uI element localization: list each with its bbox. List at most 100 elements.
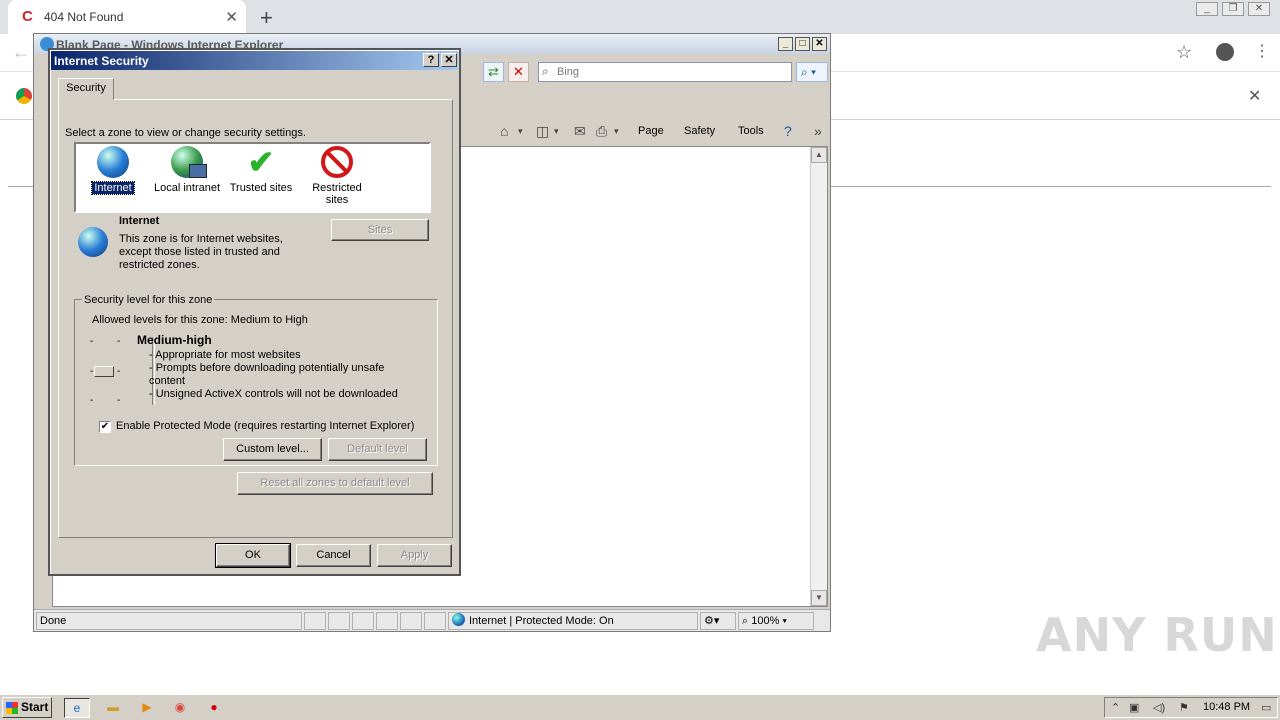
refresh-icon[interactable]: ⇄	[483, 62, 504, 82]
slider-tick: -	[117, 366, 121, 377]
print-icon[interactable]: ⎙	[596, 123, 607, 140]
search-go-icon[interactable]: ⌕ ▾	[796, 62, 828, 82]
custom-level-button[interactable]: Custom level...	[223, 438, 322, 461]
zone-status-text: Internet | Protected Mode: On	[469, 615, 614, 627]
internet-globe-icon	[452, 613, 465, 626]
zone-label: Local intranet	[153, 182, 221, 194]
ie-close-icon[interactable]: ✕	[812, 37, 827, 51]
taskbar: Start e ▬ ▶ ◉ ● ⌃ ▣ ◁) ⚑ 10:48 PM ▭	[0, 694, 1280, 720]
ie-maximize-icon[interactable]: □	[795, 37, 810, 51]
print-dropdown-icon[interactable]: ▾	[614, 126, 619, 137]
taskbar-media-icon[interactable]: ▶	[134, 698, 160, 718]
slider-tick: -	[90, 395, 94, 406]
checkmark-icon: ✔	[247, 144, 275, 180]
dialog-close-icon[interactable]: ✕	[441, 53, 457, 67]
security-level-description: - Appropriate for most websites - Prompt…	[149, 349, 399, 401]
chrome-menu-icon[interactable]: ⋮	[1254, 41, 1270, 61]
zone-restricted-sites[interactable]: Restricted sites	[298, 146, 376, 206]
infobar-close-icon[interactable]: ✕	[1248, 86, 1261, 106]
slider-tick: -	[117, 395, 121, 406]
level-desc-line: - Prompts before downloading potentially…	[149, 362, 385, 387]
chrome-tab[interactable]: C 404 Not Found ✕	[8, 0, 246, 34]
restore-icon[interactable]: ❐	[1222, 2, 1244, 16]
stop-icon[interactable]: ✕	[508, 62, 529, 82]
chrome-window-controls: _ ❐ ✕	[1196, 2, 1270, 16]
ie-status-bar: Done Internet | Protected Mode: On ⚙▾ ⌕ …	[34, 609, 830, 631]
zone-trusted-sites[interactable]: ✔ Trusted sites	[222, 146, 300, 194]
chevron-more-icon[interactable]: »	[814, 123, 822, 139]
sites-button[interactable]: Sites	[331, 219, 429, 241]
security-slider-thumb[interactable]	[94, 366, 114, 377]
action-center-flag-icon[interactable]: ⚑	[1179, 701, 1189, 714]
zone-name: Internet	[119, 215, 160, 227]
taskbar-alert-icon[interactable]: ●	[201, 698, 227, 718]
restricted-icon	[321, 146, 353, 178]
page-menu[interactable]: Page	[638, 125, 664, 137]
watermark: ANY RUN	[1036, 608, 1278, 662]
home-dropdown-icon[interactable]: ▾	[518, 126, 523, 137]
safety-menu[interactable]: Safety	[684, 125, 715, 137]
intranet-icon	[171, 146, 207, 178]
mail-icon[interactable]: ✉	[574, 123, 586, 140]
ie-vertical-scrollbar[interactable]: ▲ ▼	[810, 147, 827, 606]
ie-minimize-icon[interactable]: _	[778, 37, 793, 51]
zone-local-intranet[interactable]: Local intranet	[148, 146, 226, 194]
slider-tick: -	[117, 336, 121, 347]
zone-description: This zone is for Internet websites, exce…	[119, 233, 283, 271]
ie-address-area: ⇄ ✕ ⌕ ⌕ ▾	[476, 60, 830, 84]
taskbar-explorer-icon[interactable]: ▬	[100, 698, 126, 718]
cancel-button[interactable]: Cancel	[296, 544, 371, 567]
zoom-control[interactable]: ⌕ 100% ▾	[738, 612, 814, 630]
account-icon[interactable]	[1216, 43, 1234, 61]
minimize-icon[interactable]: _	[1196, 2, 1218, 16]
tab-favicon-icon: C	[22, 8, 33, 25]
reset-all-zones-button[interactable]: Reset all zones to default level	[237, 472, 433, 495]
tools-menu[interactable]: Tools	[738, 125, 764, 137]
help-icon[interactable]: ?	[784, 123, 792, 139]
taskbar-chrome-icon[interactable]: ◉	[167, 698, 193, 718]
feeds-dropdown-icon[interactable]: ▾	[554, 126, 559, 137]
taskbar-ie-icon[interactable]: e	[64, 698, 90, 718]
system-tray: ⌃ ▣ ◁) ⚑ 10:48 PM ▭	[1104, 697, 1278, 718]
new-tab-button[interactable]: +	[260, 5, 273, 31]
volume-icon[interactable]: ◁)	[1153, 701, 1165, 714]
clock[interactable]: 10:48 PM	[1203, 701, 1250, 713]
home-icon[interactable]: ⌂	[500, 123, 508, 139]
tray-expand-icon[interactable]: ⌃	[1111, 701, 1120, 714]
zone-globe-icon	[78, 227, 108, 257]
feeds-icon[interactable]: ◫	[536, 123, 549, 140]
zone-status[interactable]: Internet | Protected Mode: On	[448, 612, 698, 630]
bookmark-star-icon[interactable]: ☆	[1176, 42, 1192, 63]
start-button[interactable]: Start	[2, 697, 52, 718]
protected-mode-checkbox[interactable]: ✔	[99, 421, 111, 433]
status-panel	[328, 612, 350, 630]
dialog-help-icon[interactable]: ?	[423, 53, 439, 67]
chrome-tab-strip: C 404 Not Found ✕ + _ ❐ ✕	[0, 0, 1280, 34]
windows-flag-icon	[6, 702, 18, 714]
ie-command-bar: ⌂ ▾ ◫ ▾ ✉ ⎙ ▾ Page Safety Tools ? »	[496, 120, 830, 146]
tab-close-icon[interactable]: ✕	[225, 8, 238, 26]
close-icon[interactable]: ✕	[1248, 2, 1270, 16]
slider-tick: -	[90, 336, 94, 347]
ok-button[interactable]: OK	[215, 543, 291, 568]
protected-mode-label[interactable]: Enable Protected Mode (requires restarti…	[116, 420, 414, 432]
network-icon[interactable]: ▣	[1129, 701, 1139, 714]
back-arrow-icon[interactable]: ←	[12, 42, 30, 63]
search-input[interactable]	[557, 65, 787, 79]
scroll-up-icon[interactable]: ▲	[811, 147, 827, 163]
allowed-levels: Allowed levels for this zone: Medium to …	[92, 314, 308, 326]
zoom-level: 100%	[751, 615, 780, 627]
zone-internet[interactable]: Internet	[74, 146, 152, 195]
tab-security[interactable]: Security	[58, 78, 114, 100]
scroll-down-icon[interactable]: ▼	[811, 590, 827, 606]
level-desc-line: - Unsigned ActiveX controls will not be …	[149, 388, 398, 400]
internet-security-dialog: Internet Security ? ✕ Security Select a …	[48, 48, 461, 576]
popup-blocker-icon[interactable]: ⚙▾	[700, 612, 736, 630]
status-text: Done	[36, 612, 302, 630]
search-box[interactable]: ⌕	[538, 62, 792, 82]
show-desktop-icon[interactable]: ▭	[1261, 701, 1271, 714]
status-panel	[304, 612, 326, 630]
apply-button[interactable]: Apply	[377, 544, 452, 567]
status-panel	[352, 612, 374, 630]
default-level-button[interactable]: Default level	[328, 438, 427, 461]
